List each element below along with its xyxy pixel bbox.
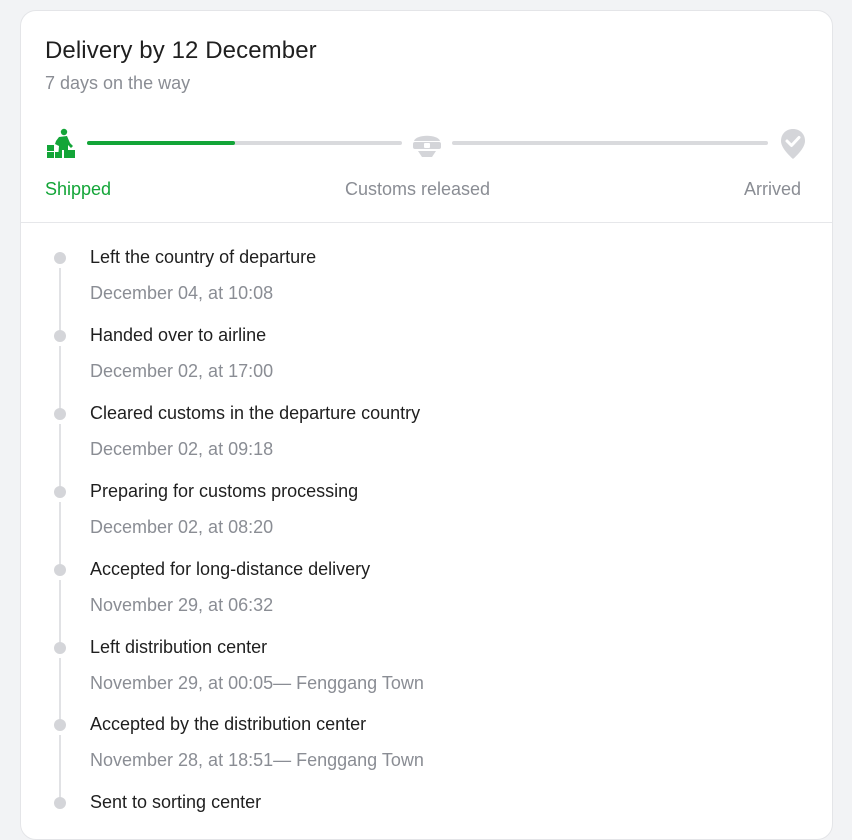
event-title: Left the country of departure xyxy=(90,247,317,267)
shipped-icon xyxy=(45,127,79,161)
delivery-header: Delivery by 12 December 7 days on the wa… xyxy=(21,11,832,223)
timeline-event: Left distribution center November 29, at… xyxy=(21,613,832,722)
timeline-event: Cleared customs in the departure country… xyxy=(21,379,832,488)
delivery-card: Delivery by 12 December 7 days on the wa… xyxy=(20,10,833,840)
progress-segment-1 xyxy=(87,141,402,145)
customs-icon xyxy=(410,127,444,161)
event-title: Handed over to airline xyxy=(90,325,267,345)
timeline-dot xyxy=(54,797,66,809)
timeline-dot xyxy=(54,408,66,420)
event-title: Left distribution center xyxy=(90,637,268,657)
timeline-event: Accepted by the distribution center Nove… xyxy=(21,690,832,799)
stage-label-customs-released: Customs released xyxy=(345,179,491,199)
progress-segment-1-fill xyxy=(87,141,236,145)
event-title: Preparing for customs processing xyxy=(90,481,359,501)
event-title: Sent to sorting center xyxy=(90,792,262,812)
timeline-event: Sent to sorting center xyxy=(21,768,832,839)
event-title: Cleared customs in the departure country xyxy=(90,403,421,423)
delivery-subtitle: 7 days on the way xyxy=(45,73,191,93)
delivery-title: Delivery by 12 December xyxy=(45,37,317,64)
timeline-event: Left the country of departure December 0… xyxy=(21,223,832,332)
progress-segment-2 xyxy=(452,141,768,145)
timeline-event: Preparing for customs processing Decembe… xyxy=(21,457,832,566)
stage-label-shipped: Shipped xyxy=(45,179,112,199)
timeline-dot xyxy=(54,252,66,264)
event-title: Accepted by the distribution center xyxy=(90,714,367,734)
timeline-dot xyxy=(54,564,66,576)
timeline-dot xyxy=(54,486,66,498)
timeline-dot xyxy=(54,719,66,731)
stage-label-arrived: Arrived xyxy=(744,179,802,199)
timeline-dot xyxy=(54,330,66,342)
arrived-pin-icon xyxy=(776,127,810,161)
timeline-event: Accepted for long-distance delivery Nove… xyxy=(21,535,832,644)
timeline-event: Handed over to airline December 02, at 1… xyxy=(21,301,832,410)
event-title: Accepted for long-distance delivery xyxy=(90,559,371,579)
timeline-dot xyxy=(54,642,66,654)
